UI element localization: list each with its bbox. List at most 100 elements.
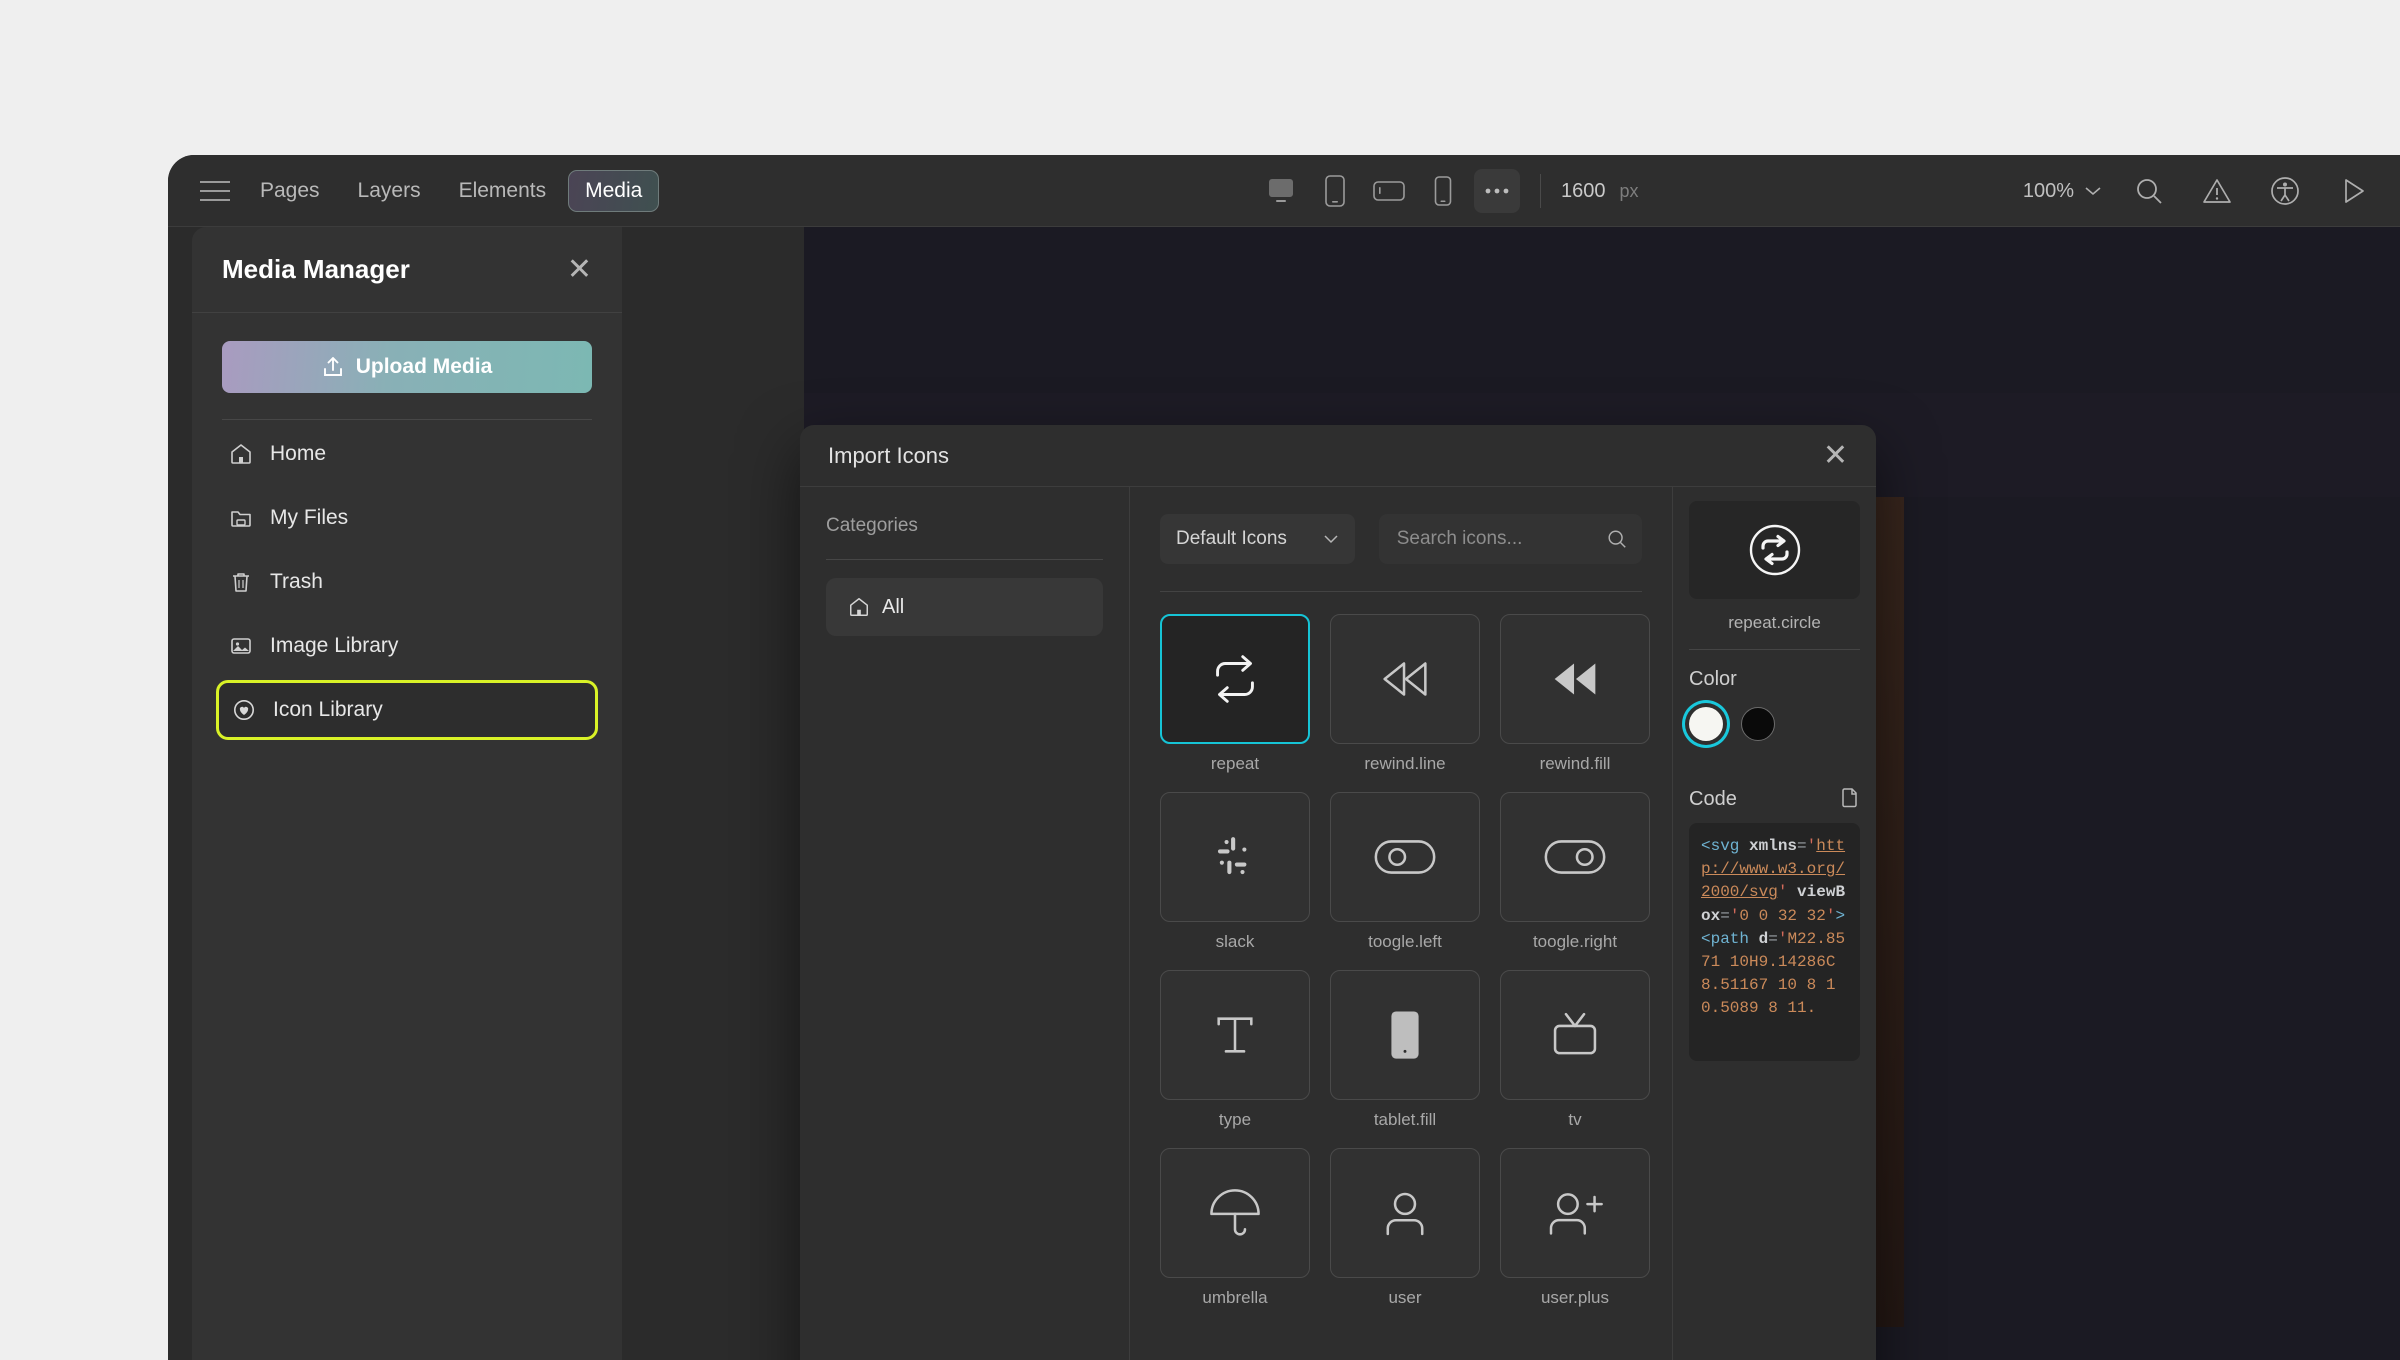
import-icons-dialog: Import Icons ✕ Categories All Default Ic… xyxy=(800,425,1876,1360)
icon-box xyxy=(1330,614,1480,744)
toolbar-divider xyxy=(1540,174,1541,208)
trash-icon xyxy=(228,569,254,595)
type-icon xyxy=(1217,1017,1253,1053)
preview-play-icon[interactable] xyxy=(2332,170,2374,212)
code-block[interactable]: <svg xmlns='http://www.w3.org/2000/svg' … xyxy=(1689,823,1860,1061)
sidebar-item-label: Trash xyxy=(270,570,323,593)
categories-label: Categories xyxy=(826,515,918,536)
sidebar-item-my-files[interactable]: My Files xyxy=(216,488,598,548)
close-icon[interactable]: ✕ xyxy=(1823,440,1848,471)
mobile-icon[interactable] xyxy=(1420,169,1466,213)
search-input[interactable] xyxy=(1396,528,1597,550)
icon-box xyxy=(1160,1148,1310,1278)
top-toolbar: Pages Layers Elements Media 1600 px 100% xyxy=(168,155,2400,227)
user-plus-icon xyxy=(1549,1193,1603,1235)
search-icon xyxy=(1606,528,1628,550)
chevron-down-icon[interactable] xyxy=(2084,185,2102,197)
page-title: Media Manager xyxy=(222,254,410,284)
sidebar-item-home[interactable]: Home xyxy=(216,424,598,484)
color-swatch-black[interactable] xyxy=(1741,707,1775,741)
icon-box xyxy=(1500,1148,1650,1278)
home-icon xyxy=(228,441,254,467)
tablet-landscape-icon[interactable] xyxy=(1366,169,1412,213)
tab-layers[interactable]: Layers xyxy=(342,171,437,211)
repeat-icon xyxy=(1216,655,1254,703)
icon-cell-rewind-fill[interactable]: rewind.fill xyxy=(1500,614,1650,774)
icon-cell-rewind-line[interactable]: rewind.line xyxy=(1330,614,1480,774)
sidebar-item-label: Icon Library xyxy=(273,698,383,721)
tab-elements[interactable]: Elements xyxy=(443,171,563,211)
sidebar-item-trash[interactable]: Trash xyxy=(216,552,598,612)
icon-label: toogle.left xyxy=(1368,932,1442,951)
upload-icon xyxy=(322,355,344,379)
code-label: Code xyxy=(1689,787,1737,810)
icon-box xyxy=(1160,792,1310,922)
sidebar-item-image-library[interactable]: Image Library xyxy=(216,616,598,676)
icon-cell-toogle-right[interactable]: toogle.right xyxy=(1500,792,1650,952)
zoom-level[interactable]: 100% xyxy=(2023,180,2074,203)
icon-cell-slack[interactable]: slack xyxy=(1160,792,1310,952)
icon-cell-repeat[interactable]: repeat xyxy=(1160,614,1310,774)
tab-pages[interactable]: Pages xyxy=(244,171,336,211)
category-item-all[interactable]: All xyxy=(826,578,1103,636)
rewind-fill-icon xyxy=(1554,663,1596,695)
icon-cell-type[interactable]: type xyxy=(1160,970,1310,1130)
app-window: Pages Layers Elements Media 1600 px 100%… xyxy=(168,155,2400,1360)
repeat-circle-icon xyxy=(1749,524,1800,576)
icon-label: repeat xyxy=(1210,754,1260,773)
divider xyxy=(222,419,592,420)
icon-label: rewind.line xyxy=(1364,754,1446,773)
icon-grid: repeat rewind.line rewind.fill slack too… xyxy=(1130,592,1672,1360)
image-icon xyxy=(228,633,254,659)
tab-media[interactable]: Media xyxy=(568,169,660,212)
accessibility-icon[interactable] xyxy=(2264,170,2306,212)
chevron-down-icon xyxy=(1323,534,1339,544)
divider xyxy=(1689,649,1860,650)
sidebar-item-icon-library[interactable]: Icon Library xyxy=(216,680,598,740)
dialog-title: Import Icons xyxy=(828,442,950,468)
icon-cell-toogle-left[interactable]: toogle.left xyxy=(1330,792,1480,952)
icon-box xyxy=(1330,970,1480,1100)
device-switcher: 1600 px xyxy=(1258,155,1639,227)
icon-box xyxy=(1160,614,1310,744)
code-header: Code xyxy=(1689,787,1860,811)
color-label: Color xyxy=(1689,668,1737,690)
category-label: All xyxy=(882,595,905,618)
sidebar-item-label: Home xyxy=(270,442,327,465)
upload-media-button[interactable]: Upload Media xyxy=(222,341,592,393)
icon-cell-user-plus[interactable]: user.plus xyxy=(1500,1148,1650,1308)
icon-set-value: Default Icons xyxy=(1176,528,1287,549)
close-icon[interactable]: ✕ xyxy=(567,254,592,285)
color-swatch-white[interactable] xyxy=(1689,707,1723,741)
icon-box xyxy=(1500,970,1650,1100)
toolbar-right-group: 100% xyxy=(2023,155,2374,227)
home-icon xyxy=(848,596,870,618)
icon-cell-umbrella[interactable]: umbrella xyxy=(1160,1148,1310,1308)
icon-cell-tv[interactable]: tv xyxy=(1500,970,1650,1130)
divider xyxy=(826,559,1103,560)
preview-icon-name: repeat.circle xyxy=(1728,613,1821,632)
icon-cell-tablet-fill[interactable]: tablet.fill xyxy=(1330,970,1480,1130)
toggle-left-icon xyxy=(1374,840,1436,874)
tablet-icon[interactable] xyxy=(1312,169,1358,213)
icon-cell-user[interactable]: user xyxy=(1330,1148,1480,1308)
icon-set-select[interactable]: Default Icons xyxy=(1160,514,1355,564)
dialog-body: Categories All Default Icons Search icon… xyxy=(800,487,1876,1360)
toggle-right-icon xyxy=(1544,840,1606,874)
warning-icon[interactable] xyxy=(2196,170,2238,212)
desktop-icon[interactable] xyxy=(1258,169,1304,213)
upload-media-label: Upload Media xyxy=(355,355,493,378)
media-manager-panel: Media Manager ✕ Upload Media Home My Fil… xyxy=(192,227,622,1360)
rewind-line-icon xyxy=(1383,662,1427,696)
more-icon[interactable] xyxy=(1474,169,1520,213)
breakpoint-value[interactable]: 1600 xyxy=(1561,180,1606,203)
hamburger-icon[interactable] xyxy=(192,168,238,214)
search-box[interactable] xyxy=(1378,514,1642,564)
icon-library-icon xyxy=(231,697,257,723)
categories-column: Categories All xyxy=(800,487,1130,1360)
tablet-fill-icon xyxy=(1391,1011,1419,1059)
search-icon[interactable] xyxy=(2128,170,2170,212)
color-swatches xyxy=(1689,707,1860,741)
icon-label: slack xyxy=(1215,932,1255,951)
copy-icon[interactable] xyxy=(1838,787,1860,811)
